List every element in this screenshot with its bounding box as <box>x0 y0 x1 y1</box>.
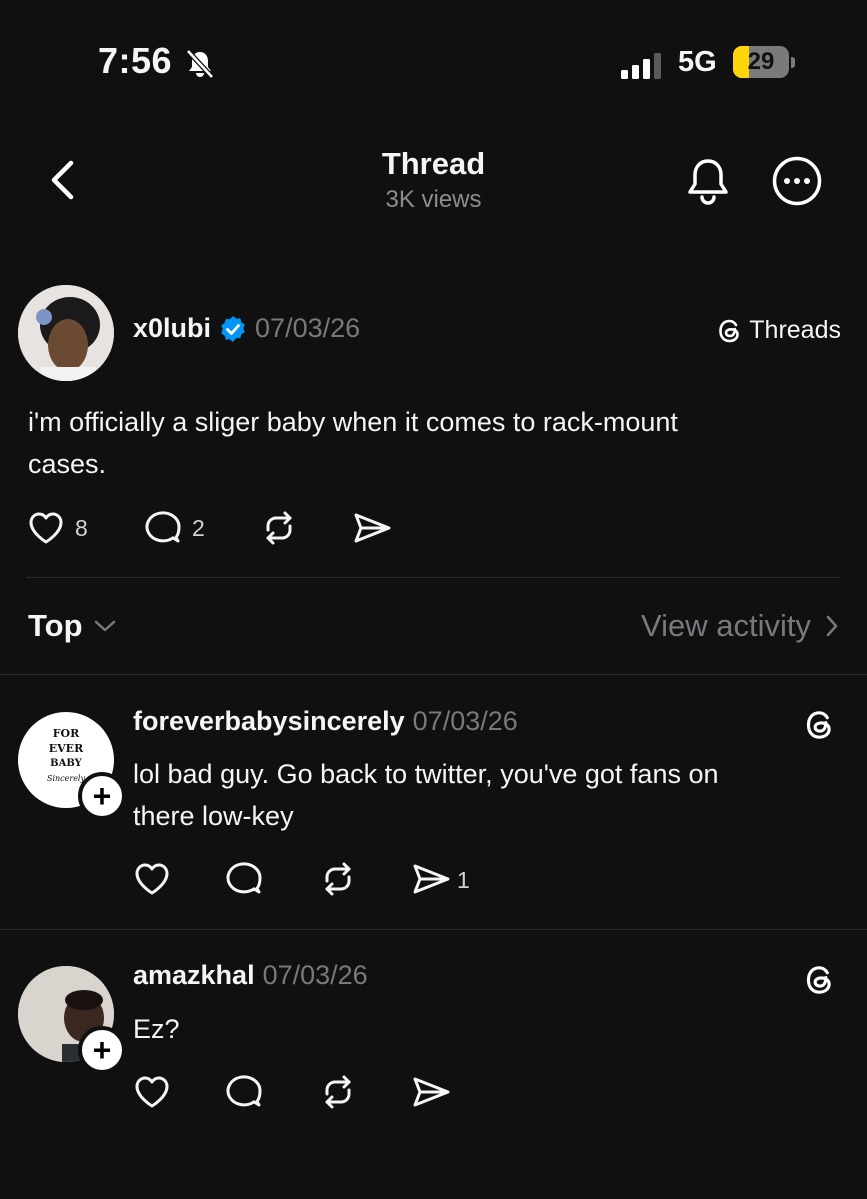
follow-button[interactable]: + <box>78 772 126 820</box>
repost-button[interactable] <box>259 508 299 548</box>
divider <box>0 674 867 675</box>
author-avatar[interactable] <box>18 285 114 381</box>
chevron-down-icon <box>93 618 117 634</box>
battery-percent: 29 <box>747 48 775 75</box>
share-button[interactable] <box>352 508 392 548</box>
reply-button[interactable] <box>225 859 267 899</box>
comment-icon <box>226 1075 262 1107</box>
reply-button[interactable] <box>225 1072 267 1112</box>
reply-text-line-2: there low-key <box>133 801 294 831</box>
notifications-bell-icon[interactable] <box>683 155 733 207</box>
reply-username[interactable]: foreverbabysincerely <box>133 706 405 737</box>
page-title: Thread <box>381 146 486 181</box>
view-activity-link[interactable]: View activity <box>641 608 839 644</box>
avatar-logo-line-1: FOR <box>52 727 80 740</box>
share-button[interactable] <box>411 859 451 899</box>
comment-icon <box>145 511 181 543</box>
like-button[interactable] <box>132 1072 172 1112</box>
sort-label: Top <box>28 608 83 643</box>
cellular-signal-icon <box>620 52 664 80</box>
like-button[interactable] <box>26 508 66 548</box>
follow-button[interactable]: + <box>78 1026 126 1074</box>
reply-date: 07/03/26 <box>412 706 518 736</box>
reply-text-line-1: Ez? <box>133 1014 180 1044</box>
reply-username[interactable]: amazkhal <box>133 960 255 991</box>
heart-icon <box>29 512 63 544</box>
threads-app-tag: Threads <box>716 316 841 345</box>
comment-icon <box>226 862 262 894</box>
author-username[interactable]: x0lubi <box>133 313 211 344</box>
reply-button[interactable] <box>144 508 186 548</box>
like-button[interactable] <box>132 859 172 899</box>
view-activity-label: View activity <box>641 608 811 643</box>
threads-tag-label: Threads <box>749 316 841 344</box>
more-options-icon[interactable] <box>771 155 823 207</box>
repost-button[interactable] <box>318 859 358 899</box>
network-type: 5G <box>678 46 717 78</box>
reply-date: 07/03/26 <box>262 960 368 990</box>
heart-icon <box>135 863 169 895</box>
share-button[interactable] <box>411 1072 451 1112</box>
reply-count: 2 <box>192 515 205 541</box>
avatar-logo-line-3: BABY <box>50 758 82 769</box>
threads-logo-icon <box>803 962 837 998</box>
divider <box>26 577 840 578</box>
threads-logo-icon <box>716 317 744 345</box>
send-icon <box>413 1077 450 1107</box>
silent-mode-icon <box>184 48 216 80</box>
repost-icon <box>266 511 292 545</box>
post-text-line-1: i'm officially a sliger baby when it com… <box>28 407 678 437</box>
share-count: 1 <box>457 867 470 893</box>
threads-logo-icon <box>803 707 837 743</box>
avatar-logo-line-2: EVER <box>48 742 84 755</box>
battery-indicator: 29 <box>733 46 789 78</box>
like-count: 8 <box>75 515 88 541</box>
view-count: 3K views <box>385 186 482 213</box>
chevron-right-icon <box>825 614 839 638</box>
post-date: 07/03/26 <box>255 313 361 343</box>
divider <box>0 929 867 930</box>
verified-badge-icon <box>219 315 247 343</box>
status-time: 7:56 <box>98 40 173 81</box>
repost-icon <box>325 862 351 896</box>
post-text-line-2: cases. <box>28 449 107 479</box>
repost-button[interactable] <box>318 1072 358 1112</box>
battery-tip <box>791 57 795 68</box>
heart-icon <box>135 1076 169 1108</box>
send-icon <box>413 864 450 894</box>
repost-icon <box>325 1075 351 1109</box>
send-icon <box>354 513 391 543</box>
sort-dropdown[interactable]: Top <box>28 608 117 644</box>
reply-text-line-1: lol bad guy. Go back to twitter, you've … <box>133 759 719 789</box>
